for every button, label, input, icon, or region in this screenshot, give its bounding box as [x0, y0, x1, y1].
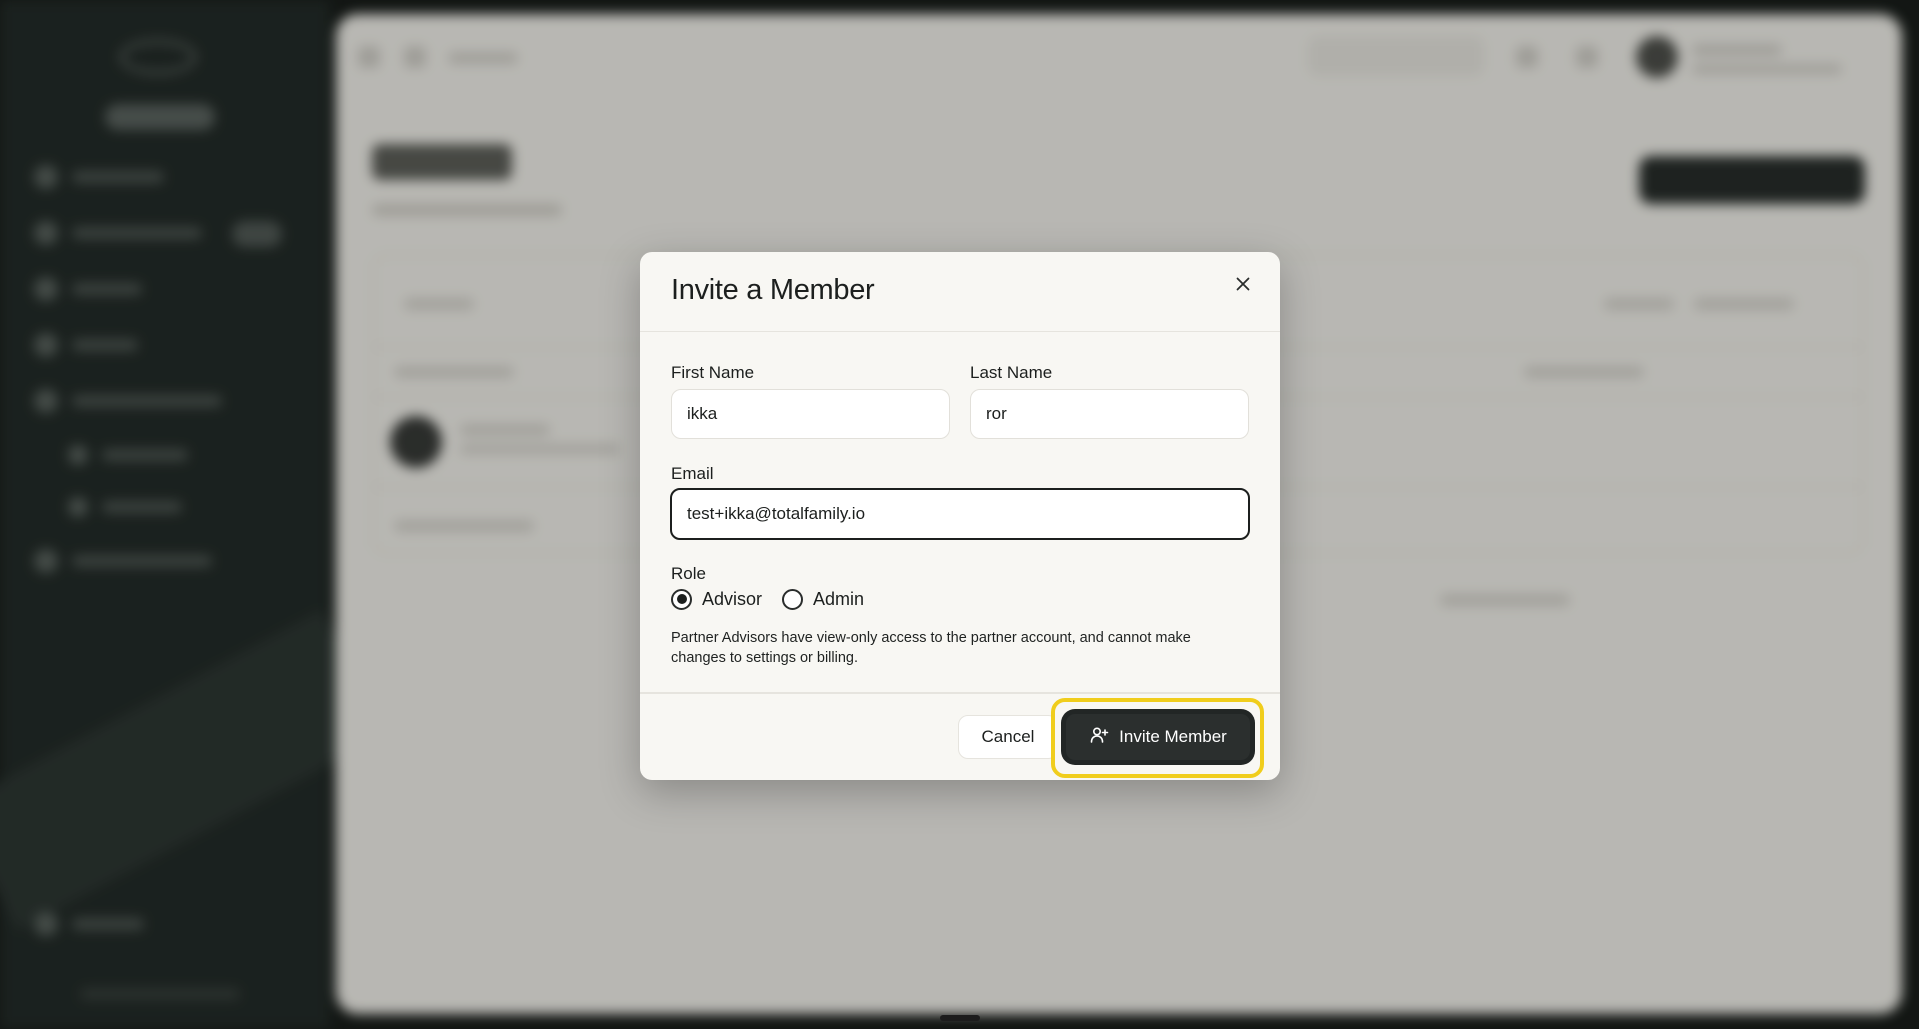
admin-label: Admin: [813, 588, 865, 609]
role-option-advisor[interactable]: Advisor: [671, 588, 763, 610]
first-name-label: First Name: [671, 363, 755, 382]
cancel-button[interactable]: Cancel: [958, 715, 1058, 759]
footer-divider: [640, 692, 1280, 694]
add-user-icon: [1089, 725, 1109, 750]
home-indicator: [940, 1015, 980, 1021]
dialog-header: Invite a Member: [640, 252, 1280, 332]
last-name-field[interactable]: [970, 389, 1249, 439]
role-help-text: Partner Advisors have view-only access t…: [671, 630, 1191, 666]
role-option-admin[interactable]: Admin: [782, 588, 865, 610]
admin-radio[interactable]: [782, 588, 804, 610]
dialog-title: Invite a Member: [671, 274, 875, 306]
invite-member-button[interactable]: Invite Member: [1066, 714, 1250, 760]
first-name-field[interactable]: [671, 389, 950, 439]
invite-member-label: Invite Member: [1119, 727, 1227, 746]
role-label: Role: [671, 564, 706, 583]
invite-member-dialog: Invite a Member First Name Last Name Ema…: [640, 252, 1280, 780]
close-icon: [1235, 276, 1251, 295]
advisor-radio[interactable]: [671, 588, 692, 610]
last-name-label: Last Name: [970, 363, 1053, 382]
email-field[interactable]: [670, 488, 1250, 540]
email-label: Email: [671, 464, 714, 483]
close-button[interactable]: [1226, 268, 1260, 302]
advisor-label: Advisor: [702, 588, 763, 609]
role-radio-group: Advisor Admin: [671, 586, 884, 612]
